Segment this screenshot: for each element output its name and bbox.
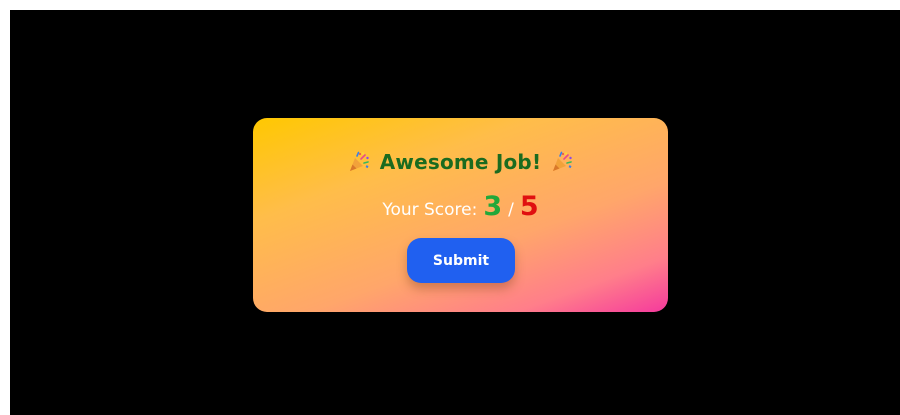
- score-separator: /: [508, 200, 514, 220]
- score-total: 5: [519, 191, 539, 222]
- result-title: Awesome Job!: [379, 150, 542, 174]
- score-display: Your Score: 3 / 5: [253, 191, 668, 225]
- score-label: Your Score:: [382, 200, 478, 220]
- title-row: Awesome Job!: [253, 148, 668, 176]
- app-background: Awesome Job! Your Score: 3 / 5 Submit: [10, 10, 900, 415]
- submit-button[interactable]: Submit: [407, 238, 515, 283]
- score-value: 3: [483, 191, 503, 222]
- result-card: Awesome Job! Your Score: 3 / 5 Submit: [253, 118, 668, 312]
- party-popper-icon: [348, 151, 370, 173]
- party-popper-icon: [551, 151, 573, 173]
